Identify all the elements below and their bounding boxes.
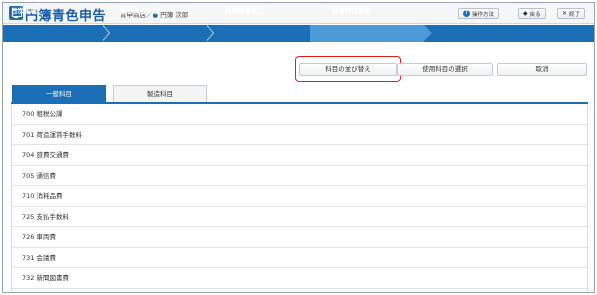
list-item[interactable]: 705 通信費 [12, 166, 587, 186]
list-item[interactable]: 726 車両費 [12, 227, 587, 248]
item-name: 通信費 [36, 171, 57, 180]
item-name: 旅費交通費 [36, 151, 70, 159]
item-code: 710 [22, 192, 35, 200]
step-separator [101, 24, 110, 41]
step-active-background [310, 25, 424, 42]
close-button[interactable]: ✕ 終了 [557, 8, 586, 19]
tab-label: 製造科目 [147, 90, 173, 98]
list-item[interactable]: 701 荷造運賃手数料 [12, 125, 587, 145]
step-expense-items[interactable]: 経費科目設定 [332, 3, 371, 20]
expense-item-list: 700 租税公課 701 荷造運賃手数料 704 旅費交通費 705 通信費 7… [11, 104, 588, 292]
step-expense-settlement[interactable]: 経費精算設定 [225, 3, 264, 20]
close-icon: ✕ [562, 10, 568, 17]
item-code: 731 [22, 253, 35, 262]
tab-manufacturing-items[interactable]: 製造科目 [113, 85, 207, 102]
cancel-label: 取消 [535, 65, 549, 73]
step-label: 日次処理 [11, 7, 37, 15]
item-name: 会議費 [36, 253, 57, 262]
step-daily-processing[interactable]: 日次処理 [11, 3, 37, 20]
list-item[interactable]: 731 会議費 [12, 248, 587, 268]
user-name: 円簿 次郎 [160, 11, 189, 19]
tab-label: 一般科目 [46, 90, 72, 98]
item-name: 車両費 [36, 233, 57, 241]
item-name: 荷造運賃手数料 [36, 130, 83, 139]
list-item[interactable]: 700 租税公課 [12, 104, 587, 125]
list-item[interactable]: 704 旅費交通費 [12, 145, 587, 166]
step-basic-info[interactable]: 基本情報設定 [120, 3, 159, 20]
back-button[interactable]: ◆ 戻る [518, 8, 546, 19]
select-used-items-button[interactable]: 使用科目の選択 [397, 63, 493, 76]
app-window: 円簿青色申告 青申商店／● 円簿 次郎 ? 操作方法 ◆ 戻る ✕ 終了 日次処… [2, 2, 595, 293]
question-icon: ? [463, 10, 470, 17]
close-button-label: 終了 [569, 11, 581, 18]
item-name: 消耗品費 [36, 192, 63, 200]
app-title: 円簿青色申告 [25, 9, 107, 24]
item-name: 支払手数料 [36, 212, 70, 221]
sort-items-label: 科目の並び替え [325, 65, 371, 73]
step-label: 経費科目設定 [332, 7, 371, 15]
step-active-arrow [424, 25, 432, 41]
item-name: 租税公課 [36, 110, 63, 118]
list-item[interactable]: 710 消耗品費 [12, 186, 587, 207]
item-code: 726 [22, 233, 35, 241]
app-header: 円簿青色申告 青申商店／● 円簿 次郎 ? 操作方法 ◆ 戻る ✕ 終了 [3, 3, 594, 24]
back-button-label: 戻る [529, 11, 541, 18]
item-name: 新聞図書費 [36, 274, 70, 282]
step-navigation [3, 25, 594, 42]
step-separator [205, 24, 214, 41]
cancel-button[interactable]: 取消 [497, 63, 587, 76]
item-code: 705 [22, 171, 35, 180]
item-code: 701 [22, 130, 35, 139]
tab-general-items[interactable]: 一般科目 [12, 85, 106, 102]
help-button-label: 操作方法 [472, 11, 495, 18]
list-item[interactable]: 725 支払手数料 [12, 207, 587, 227]
item-code: 725 [22, 212, 35, 221]
select-used-items-label: 使用科目の選択 [422, 65, 468, 73]
item-code: 732 [22, 274, 35, 282]
list-item[interactable]: 732 新聞図書費 [12, 268, 587, 289]
back-arrow-icon: ◆ [523, 10, 528, 17]
step-label: 経費精算設定 [225, 7, 264, 15]
help-button[interactable]: ? 操作方法 [458, 8, 500, 19]
sort-items-button[interactable]: 科目の並び替え [299, 63, 397, 76]
item-code: 704 [22, 151, 35, 159]
step-label: 基本情報設定 [120, 7, 159, 15]
item-code: 700 [22, 110, 35, 118]
